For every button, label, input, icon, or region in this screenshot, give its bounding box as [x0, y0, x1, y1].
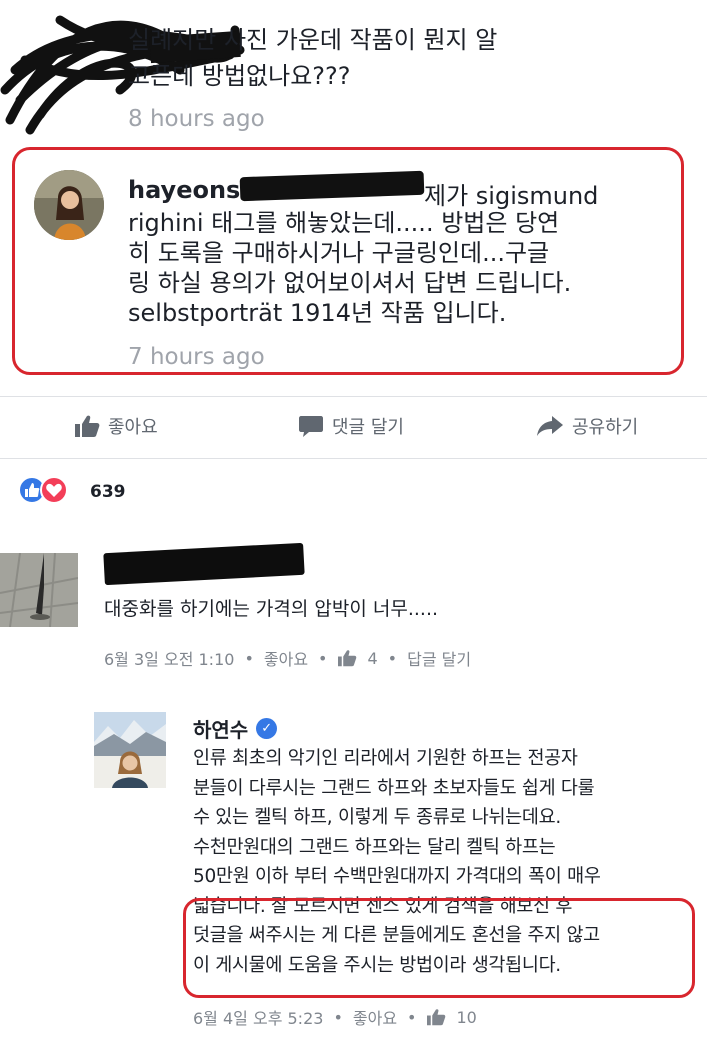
comment-timestamp: 8 hours ago [128, 106, 265, 132]
comment-mention-text: 제가 sigismund [424, 182, 599, 210]
comment-timestamp[interactable]: 6월 3일 오전 1:10 [104, 646, 234, 670]
comment-text: 대중화를 하기에는 가격의 압박이 너무..... [104, 598, 439, 620]
comment-text: 실례지만 사진 가운데 작품이 뭔지 알 고픈데 방법없나요??? [128, 26, 498, 90]
reaction-count[interactable]: 639 [90, 482, 126, 502]
dot-separator: • [318, 648, 328, 668]
like-count[interactable]: 10 [456, 1008, 476, 1027]
dot-separator: • [387, 648, 398, 668]
reply-link[interactable]: 답글 달기 [407, 646, 471, 670]
share-label: 공유하기 [572, 417, 639, 438]
like-link[interactable]: 좋아요 [264, 646, 308, 670]
name-redaction [103, 542, 305, 586]
reply-author-name[interactable]: 하연수 [193, 714, 248, 743]
avatar-photo [0, 553, 78, 627]
reply-timestamp[interactable]: 6월 4일 오후 5:23 [193, 1005, 323, 1029]
thumbs-up-icon [427, 1009, 446, 1026]
comment-body: righini 태그를 해놓았는데..... 방법은 당연 히 도록을 구매하시… [128, 209, 572, 327]
thumbs-up-icon [75, 415, 100, 437]
thumbs-up-icon [338, 650, 357, 667]
reply-meta: 6월 4일 오후 5:23 • 좋아요 • 10 [193, 1005, 477, 1029]
avatar[interactable] [0, 553, 78, 627]
avatar[interactable] [34, 170, 104, 240]
share-button[interactable]: 공유하기 [536, 413, 638, 439]
avatar-photo [94, 712, 166, 788]
dot-separator: • [244, 648, 254, 668]
comment-button[interactable]: 댓글 달기 [298, 413, 404, 439]
divider [0, 458, 707, 459]
share-arrow-icon [537, 416, 563, 436]
like-button[interactable]: 좋아요 [74, 413, 158, 439]
divider [0, 396, 707, 397]
like-count[interactable]: 4 [367, 649, 377, 668]
avatar-photo [34, 170, 104, 240]
reaction-summary[interactable] [18, 476, 68, 504]
comment-timestamp: 7 hours ago [128, 344, 265, 370]
like-label: 좋아요 [108, 417, 158, 438]
reply-author: 하연수 ✓ [193, 714, 278, 743]
avatar[interactable] [94, 712, 166, 788]
dot-separator: • [407, 1007, 417, 1027]
highlight-box [183, 898, 695, 998]
comment-bubble-icon [299, 416, 323, 437]
dot-separator: • [333, 1007, 343, 1027]
love-reaction-icon [40, 476, 68, 504]
like-link[interactable]: 좋아요 [353, 1005, 397, 1029]
comment-label: 댓글 달기 [332, 417, 404, 438]
comment-meta: 6월 3일 오전 1:10 • 좋아요 • 4 • 답글 달기 [104, 646, 471, 670]
verified-badge-icon: ✓ [256, 718, 278, 739]
